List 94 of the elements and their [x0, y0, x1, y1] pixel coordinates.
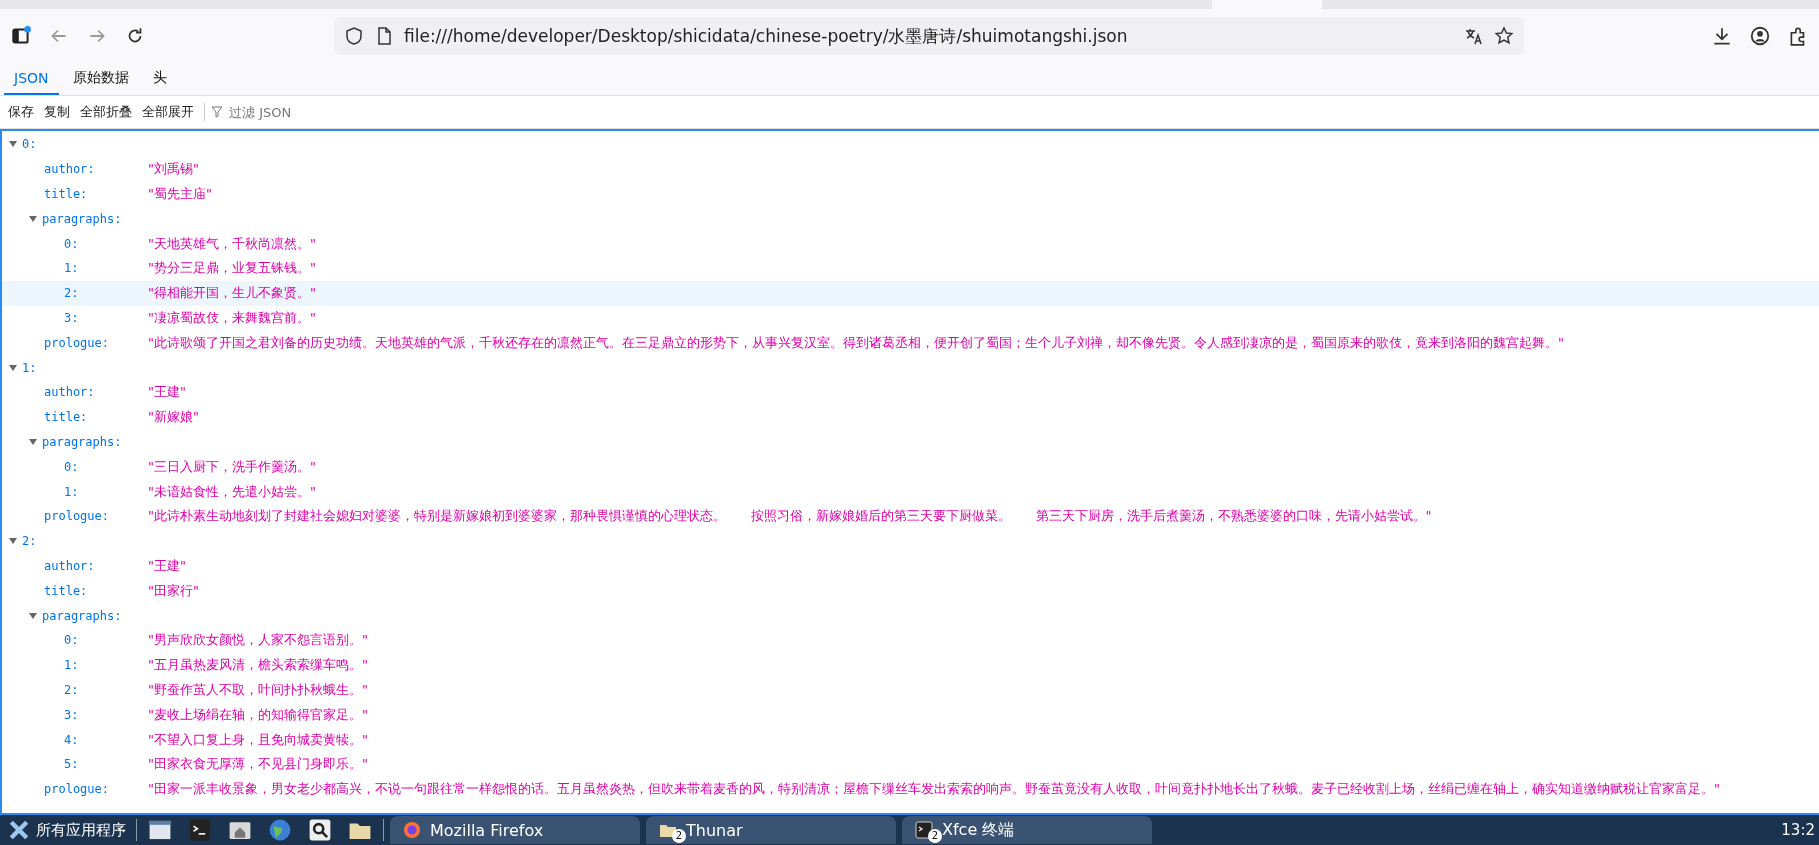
- json-key: 4:: [64, 732, 148, 747]
- star-icon[interactable]: [1494, 26, 1514, 46]
- expand-toggle-icon[interactable]: [8, 362, 18, 373]
- applications-menu[interactable]: 所有应用程序: [4, 815, 130, 845]
- filter-icon: [211, 106, 223, 118]
- shield-icon[interactable]: [344, 26, 364, 46]
- json-row[interactable]: 0: "男声欣欣女颜悦，人家不怨言语别。": [2, 627, 1819, 653]
- taskbar-window-button[interactable]: 2 Thunar: [646, 816, 896, 844]
- json-key: prologue:: [44, 335, 148, 350]
- address-bar[interactable]: file:///home/developer/Desktop/shicidata/chinese-poetry/水墨唐诗/shuimotangshi.json: [334, 17, 1524, 55]
- json-key: title:: [44, 187, 148, 201]
- filter-field[interactable]: 过滤 JSON: [227, 103, 351, 121]
- json-string: "田家一派丰收景象，男女老少都高兴，不说一句跟往常一样怨恨的话。五月虽然炎热，但吹来带着麦香的风，特别清凉；屋檐下缫丝车发出索索的响声。野蚕茧竟没有人收取，叶间竟扑扑地长出了秋蛾。麦子已经收割上场，丝绢已缠在轴上，确实知道缴纳赋税让官家富足。": [148, 780, 1720, 799]
- translate-icon[interactable]: [1464, 26, 1484, 46]
- toolbar-button[interactable]: 全部展开: [138, 101, 198, 123]
- toolbar-button[interactable]: 保存: [4, 101, 38, 123]
- url-text: file:///home/developer/Desktop/shicidata/chinese-poetry/水墨唐诗/shuimotangshi.json: [404, 24, 1128, 48]
- window-count-badge: 2: [672, 829, 686, 843]
- json-string: "野蚕作茧人不取，叶间扑扑秋蛾生。": [148, 680, 368, 699]
- json-key: 1:: [64, 658, 148, 673]
- json-key: title:: [44, 410, 148, 425]
- json-key: prologue:: [44, 509, 148, 524]
- json-string: "男声欣欣女颜悦，人家不怨言语别。": [148, 631, 368, 650]
- json-string: "田家衣食无厚薄，不见县门身即乐。": [148, 755, 368, 774]
- clock: 13:2: [1781, 821, 1815, 839]
- json-row[interactable]: 3: "凄凉蜀故伎，来舞魏宫前。": [2, 305, 1819, 331]
- json-row[interactable]: 0: "三日入厨下，洗手作羹汤。": [2, 454, 1819, 480]
- toolbar-button[interactable]: 复制: [40, 101, 74, 123]
- json-key: 1:: [22, 360, 37, 375]
- json-row[interactable]: 4: "不望入口复上身，且免向城卖黄犊。": [2, 727, 1819, 752]
- json-string: "势分三足鼎，业复五铢钱。": [148, 259, 316, 278]
- viewer-tab[interactable]: 原始数据: [62, 63, 139, 95]
- x-logo-icon: [8, 819, 30, 841]
- json-key: 0:: [64, 236, 148, 251]
- search-icon[interactable]: [307, 817, 333, 843]
- json-string: "刘禹锡": [148, 160, 199, 179]
- account-icon[interactable]: [1749, 25, 1771, 47]
- expand-toggle-icon[interactable]: [28, 436, 38, 447]
- expand-toggle-icon[interactable]: [28, 610, 38, 621]
- json-string: "麦收上场绢在轴，的知输得官家足。": [148, 705, 368, 724]
- toolbar-button[interactable]: 全部折叠: [76, 101, 136, 123]
- json-key: 5:: [64, 757, 148, 772]
- json-key: prologue:: [44, 782, 148, 797]
- json-key: paragraphs:: [42, 608, 122, 623]
- json-key: author:: [44, 385, 148, 400]
- json-string: "三日入厨下，洗手作羹汤。": [148, 457, 316, 476]
- json-key: 2:: [64, 286, 148, 301]
- json-string: "王建": [148, 556, 186, 575]
- json-key: 3:: [64, 310, 148, 325]
- json-string: "天地英雄气，千秋尚凛然。": [148, 234, 316, 253]
- json-row[interactable]: 1: "五月虽热麦风清，檐头索索缫车鸣。": [2, 652, 1819, 678]
- globe-icon[interactable]: [267, 817, 293, 843]
- taskbar-window-button[interactable]: Mozilla Firefox: [390, 816, 640, 844]
- json-row[interactable]: 5: "田家衣食无厚薄，不见县门身即乐。": [2, 751, 1819, 777]
- firefox-icon: [402, 820, 422, 840]
- download-icon[interactable]: [1711, 25, 1733, 47]
- json-key: 0:: [22, 137, 37, 152]
- terminal-icon: [914, 820, 934, 840]
- json-string: "得相能开国，生儿不象贤。": [148, 284, 316, 303]
- json-string: "未谙姑食性，先遣小姑尝。": [148, 482, 316, 501]
- json-key: 0:: [64, 459, 148, 474]
- json-row[interactable]: 1: "势分三足鼎，业复五铢钱。": [2, 256, 1819, 281]
- json-key: 1:: [64, 261, 148, 276]
- json-string: "不望入口复上身，且免向城卖黄犊。": [148, 730, 368, 749]
- json-string: "此诗歌颂了开国之君刘备的历史功绩。天地英雄的气派，千秋还存在的凛然正气。在三足鼎立的形势下，从事兴复汉室。得到诸葛丞相，便开创了蜀国；生个儿子刘禅，却不像先贤。令人感到凄凉的是，蜀国原来的歌伎，竟来到洛阳的魏宫起舞。": [148, 333, 1564, 352]
- json-string: "王建": [148, 383, 186, 402]
- json-row[interactable]: 3: "麦收上场绢在轴，的知输得官家足。": [2, 702, 1819, 728]
- json-string: "蜀先主庙": [148, 185, 212, 203]
- json-key: paragraphs:: [42, 211, 122, 226]
- json-row[interactable]: 0: "天地英雄气，千秋尚凛然。": [2, 231, 1819, 256]
- json-key: author:: [44, 162, 148, 177]
- json-key: 1:: [64, 484, 148, 499]
- json-row[interactable]: 2: "野蚕作茧人不取，叶间扑扑秋蛾生。": [2, 677, 1819, 703]
- json-string: "新嫁娘": [148, 408, 199, 427]
- json-string: "凄凉蜀故伎，来舞魏宫前。": [148, 308, 316, 327]
- json-key: paragraphs:: [42, 434, 122, 449]
- json-string: "五月虽热麦风清，檐头索索缫车鸣。": [148, 656, 368, 675]
- json-string: "此诗朴素生动地刻划了封建社会媳妇对婆婆，特别是新嫁娘初到婆婆家，那种畏惧谨慎的心理状态。 按照习俗，新嫁娘婚后的第三天要下厨做菜。 第三天下厨房，洗手后煮羹汤，不熟悉婆婆的口味，先请小姑尝试。": [148, 507, 1432, 526]
- viewer-tab[interactable]: 头: [142, 63, 177, 95]
- json-key: 3:: [64, 707, 148, 722]
- expand-toggle-icon[interactable]: [28, 213, 38, 224]
- sidebar-icon[interactable]: [10, 25, 32, 47]
- json-key: 2:: [22, 534, 37, 549]
- json-string: "田家行": [148, 581, 199, 600]
- json-key: author:: [44, 558, 148, 573]
- json-key: 0:: [64, 633, 148, 648]
- json-row[interactable]: 2: "得相能开国，生儿不象贤。": [2, 280, 1819, 306]
- json-row[interactable]: 1: "未谙姑食性，先遣小姑尝。": [2, 479, 1819, 504]
- window-count-badge: 2: [928, 829, 942, 843]
- json-key: title:: [44, 583, 148, 598]
- terminal-icon[interactable]: [187, 817, 213, 843]
- taskbar-window-button[interactable]: 2 Xfce 终端: [902, 816, 1152, 844]
- viewer-tab[interactable]: JSON: [4, 63, 59, 95]
- json-key: 2:: [64, 682, 148, 697]
